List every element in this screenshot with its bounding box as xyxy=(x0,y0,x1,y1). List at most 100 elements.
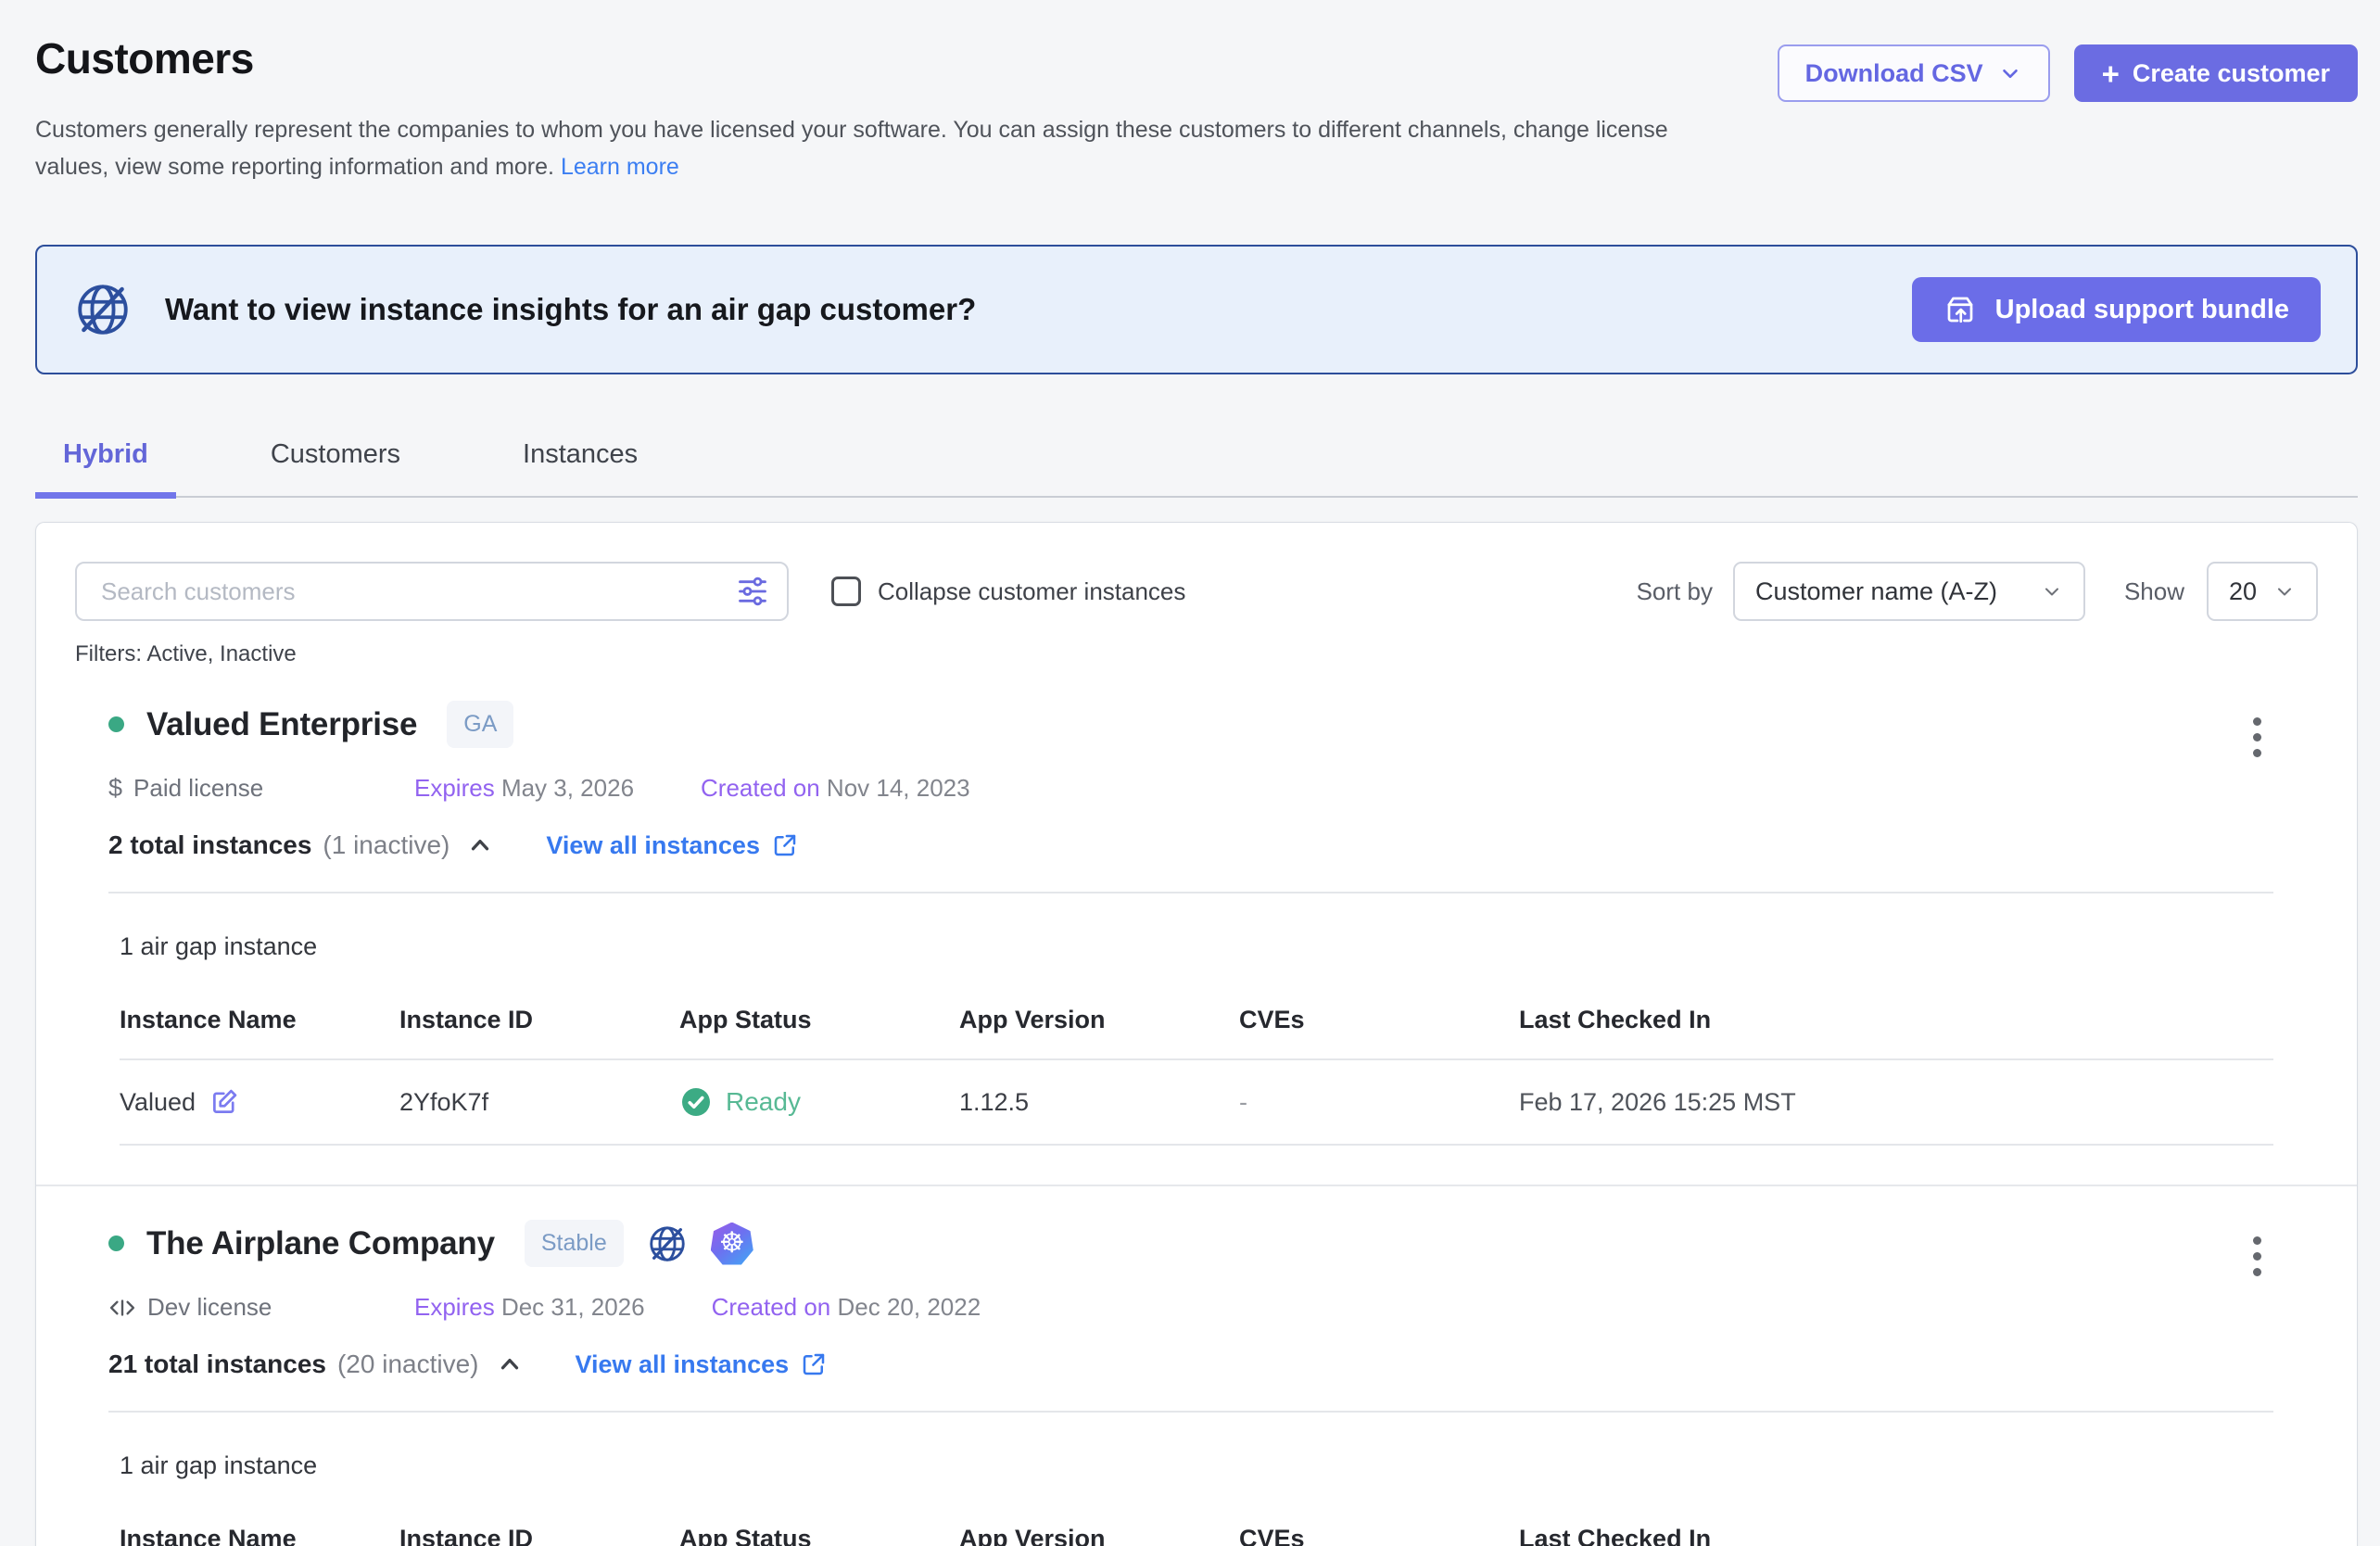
channel-badge: GA xyxy=(447,701,513,748)
airgap-globe-icon xyxy=(646,1223,689,1265)
created-label: Created on xyxy=(712,1293,831,1321)
customers-page: Customers Customers generally represent … xyxy=(0,0,2380,1546)
col-last-checked-in: Last Checked In xyxy=(1519,1006,2273,1034)
col-instance-name: Instance Name xyxy=(120,1006,399,1034)
upload-support-bundle-label: Upload support bundle xyxy=(1995,295,2289,325)
created-label: Created on xyxy=(701,774,820,802)
chevron-up-icon[interactable] xyxy=(496,1350,524,1378)
col-cves: CVEs xyxy=(1239,1006,1519,1034)
license-type: $ Paid license xyxy=(108,774,414,803)
col-instance-id: Instance ID xyxy=(399,1525,679,1546)
divider xyxy=(108,892,2273,893)
dollar-icon: $ xyxy=(108,774,122,803)
airgap-instance-count: 1 air gap instance xyxy=(120,1451,2318,1480)
app-version: 1.12.5 xyxy=(959,1088,1239,1117)
tab-customers[interactable]: Customers xyxy=(243,426,428,496)
sort-select-value: Customer name (A-Z) xyxy=(1755,577,1997,606)
cves-value: - xyxy=(1239,1088,1519,1117)
license-type: Dev license xyxy=(108,1293,414,1322)
license-type-label: Paid license xyxy=(133,774,263,803)
filter-sliders-icon[interactable] xyxy=(735,574,770,609)
page-header: Customers Customers generally represent … xyxy=(35,28,2358,185)
collapse-instances-toggle[interactable]: Collapse customer instances xyxy=(831,577,1185,606)
tab-hybrid[interactable]: Hybrid xyxy=(35,426,176,499)
table-header-row: Instance Name Instance ID App Status App… xyxy=(120,1512,2273,1546)
airgap-instances-table: Instance Name Instance ID App Status App… xyxy=(120,993,2273,1146)
page-description-text: Customers generally represent the compan… xyxy=(35,117,1668,180)
learn-more-link[interactable]: Learn more xyxy=(561,154,679,180)
show-label: Show xyxy=(2124,577,2184,606)
customer-header: Valued Enterprise GA xyxy=(108,701,2318,748)
col-app-version: App Version xyxy=(959,1525,1239,1546)
col-app-status: App Status xyxy=(679,1525,959,1546)
page-description: Customers generally represent the compan… xyxy=(35,111,1694,185)
tab-instances[interactable]: Instances xyxy=(495,426,665,496)
search-input[interactable] xyxy=(75,562,789,621)
collapse-label: Collapse customer instances xyxy=(878,577,1185,606)
page-header-text: Customers Customers generally represent … xyxy=(35,28,1694,185)
sort-select[interactable]: Customer name (A-Z) xyxy=(1733,562,2085,621)
customer-name[interactable]: The Airplane Company xyxy=(146,1225,495,1262)
total-instances: 2 total instances xyxy=(108,830,311,860)
upload-icon xyxy=(1943,293,1977,326)
expires-field: Expires Dec 31, 2026 xyxy=(414,1293,645,1322)
plus-icon: + xyxy=(2102,58,2120,89)
kebab-menu-button[interactable] xyxy=(2247,1231,2267,1282)
col-instance-id: Instance ID xyxy=(399,1006,679,1034)
download-csv-label: Download CSV xyxy=(1805,59,1983,88)
edit-icon[interactable] xyxy=(209,1086,240,1118)
expires-label: Expires xyxy=(414,1293,495,1321)
customer-name[interactable]: Valued Enterprise xyxy=(146,706,417,743)
chevron-down-icon xyxy=(2041,580,2063,602)
license-row: $ Paid license Expires May 3, 2026 Creat… xyxy=(108,774,2318,803)
header-actions: Download CSV + Create customer xyxy=(1778,44,2358,102)
view-all-instances-link[interactable]: View all instances xyxy=(576,1350,829,1379)
last-checked-in: Feb 17, 2026 15:25 MST xyxy=(1519,1088,2273,1117)
view-all-instances-link[interactable]: View all instances xyxy=(546,831,799,860)
create-customer-button[interactable]: + Create customer xyxy=(2074,44,2358,102)
col-app-version: App Version xyxy=(959,1006,1239,1034)
kubernetes-wheel-glyph: ☸ xyxy=(719,1229,745,1258)
col-cves: CVEs xyxy=(1239,1525,1519,1546)
sort-controls: Sort by Customer name (A-Z) Show 20 xyxy=(1637,562,2318,621)
instances-summary-row: 21 total instances (20 inactive) View al… xyxy=(108,1350,2318,1379)
show-select[interactable]: 20 xyxy=(2207,562,2318,621)
page-title: Customers xyxy=(35,33,1694,83)
show-select-value: 20 xyxy=(2229,577,2257,606)
download-csv-button[interactable]: Download CSV xyxy=(1778,44,2050,102)
external-link-icon xyxy=(800,1350,828,1378)
customers-card: Collapse customer instances Sort by Cust… xyxy=(35,522,2358,1546)
sort-by-label: Sort by xyxy=(1637,577,1713,606)
instance-name-cell: Valued xyxy=(120,1086,399,1118)
upload-support-bundle-button[interactable]: Upload support bundle xyxy=(1912,277,2321,342)
inactive-count: (1 inactive) xyxy=(323,830,449,860)
created-field: Created on Nov 14, 2023 xyxy=(701,774,970,803)
customer-row-airplane-company: The Airplane Company Stable ☸ xyxy=(75,1186,2318,1546)
table-row: Valued 2YfoK7f Ready xyxy=(120,1060,2273,1146)
view-all-instances-label: View all instances xyxy=(576,1350,790,1379)
instances-summary-row: 2 total instances (1 inactive) View all … xyxy=(108,830,2318,860)
instance-name: Valued xyxy=(120,1088,196,1117)
chevron-down-icon xyxy=(1998,61,2022,85)
airgap-globe-icon xyxy=(72,279,133,340)
created-date: Dec 20, 2022 xyxy=(838,1293,981,1321)
collapse-checkbox[interactable] xyxy=(831,577,861,606)
channel-badge: Stable xyxy=(525,1220,624,1267)
table-header-row: Instance Name Instance ID App Status App… xyxy=(120,993,2273,1060)
expires-date: May 3, 2026 xyxy=(501,774,634,802)
created-date: Nov 14, 2023 xyxy=(827,774,970,802)
toolbar: Collapse customer instances Sort by Cust… xyxy=(75,562,2318,621)
airgap-instances-table: Instance Name Instance ID App Status App… xyxy=(120,1512,2273,1546)
created-field: Created on Dec 20, 2022 xyxy=(712,1293,981,1322)
active-status-dot xyxy=(108,716,124,732)
col-last-checked-in: Last Checked In xyxy=(1519,1525,2273,1546)
create-customer-label: Create customer xyxy=(2133,59,2330,88)
check-circle-icon xyxy=(679,1085,713,1119)
col-instance-name: Instance Name xyxy=(120,1525,399,1546)
search-wrapper xyxy=(75,562,789,621)
instance-id: 2YfoK7f xyxy=(399,1088,679,1117)
kebab-menu-button[interactable] xyxy=(2247,712,2267,763)
active-filters-label: Filters: Active, Inactive xyxy=(75,641,2318,667)
chevron-up-icon[interactable] xyxy=(466,831,494,859)
view-tabs: Hybrid Customers Instances xyxy=(35,426,2358,498)
